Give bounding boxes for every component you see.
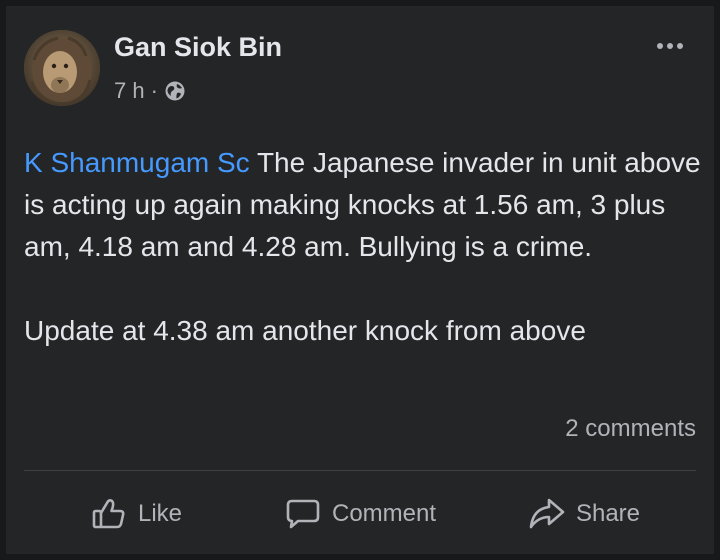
comments-count-link[interactable]: 2 comments [565, 415, 696, 443]
share-button[interactable]: Share [472, 484, 696, 544]
post-update: Update at 4.38 am another knock from abo… [24, 315, 586, 346]
more-options-button[interactable] [652, 36, 688, 56]
post-time[interactable]: 7 h [114, 78, 145, 104]
thumbs-up-icon [90, 495, 128, 533]
meta-separator: · [150, 78, 158, 103]
more-dots-icon [677, 43, 683, 49]
comment-button[interactable]: Comment [248, 484, 472, 544]
action-bar: Like Comment Share [24, 484, 696, 544]
more-dots-icon [657, 43, 663, 49]
globe-icon[interactable] [164, 80, 186, 102]
more-dots-icon [667, 43, 673, 49]
mention-link[interactable]: K Shanmugam Sc [24, 147, 250, 178]
share-arrow-icon [528, 495, 566, 533]
author-name[interactable]: Gan Siok Bin [114, 32, 282, 63]
like-button[interactable]: Like [24, 484, 248, 544]
share-label: Share [575, 500, 641, 527]
divider [24, 470, 696, 471]
like-label: Like [137, 500, 183, 527]
post-meta: 7 h · [114, 78, 186, 104]
lion-avatar-icon [24, 30, 100, 106]
comment-label: Comment [331, 500, 437, 527]
comment-bubble-icon [284, 495, 322, 533]
post-body: K Shanmugam Sc The Japanese invader in u… [24, 142, 704, 352]
author-avatar[interactable] [24, 30, 100, 106]
post-card: Gan Siok Bin 7 h · K Shanmugam Sc The Ja… [6, 6, 714, 554]
post-paragraph: K Shanmugam Sc The Japanese invader in u… [24, 142, 704, 268]
